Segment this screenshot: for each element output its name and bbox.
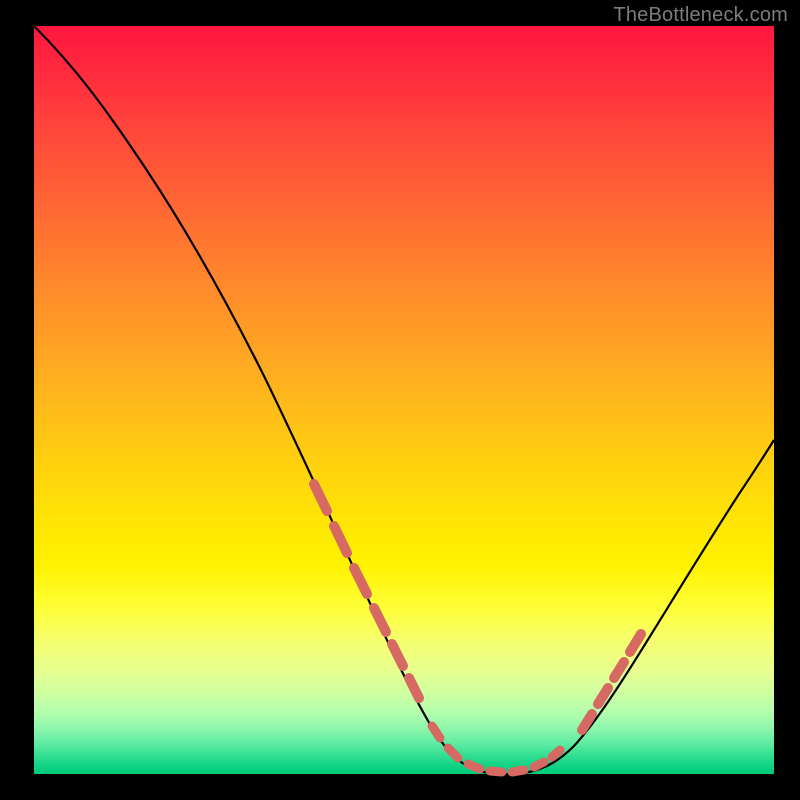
watermark-text: TheBottleneck.com (613, 4, 788, 27)
chart-frame: TheBottleneck.com (0, 0, 800, 800)
plot-area (34, 26, 774, 774)
chart-svg (34, 26, 774, 774)
highlight-dashes-right (582, 634, 641, 730)
highlight-dashes-bottom (432, 726, 560, 772)
